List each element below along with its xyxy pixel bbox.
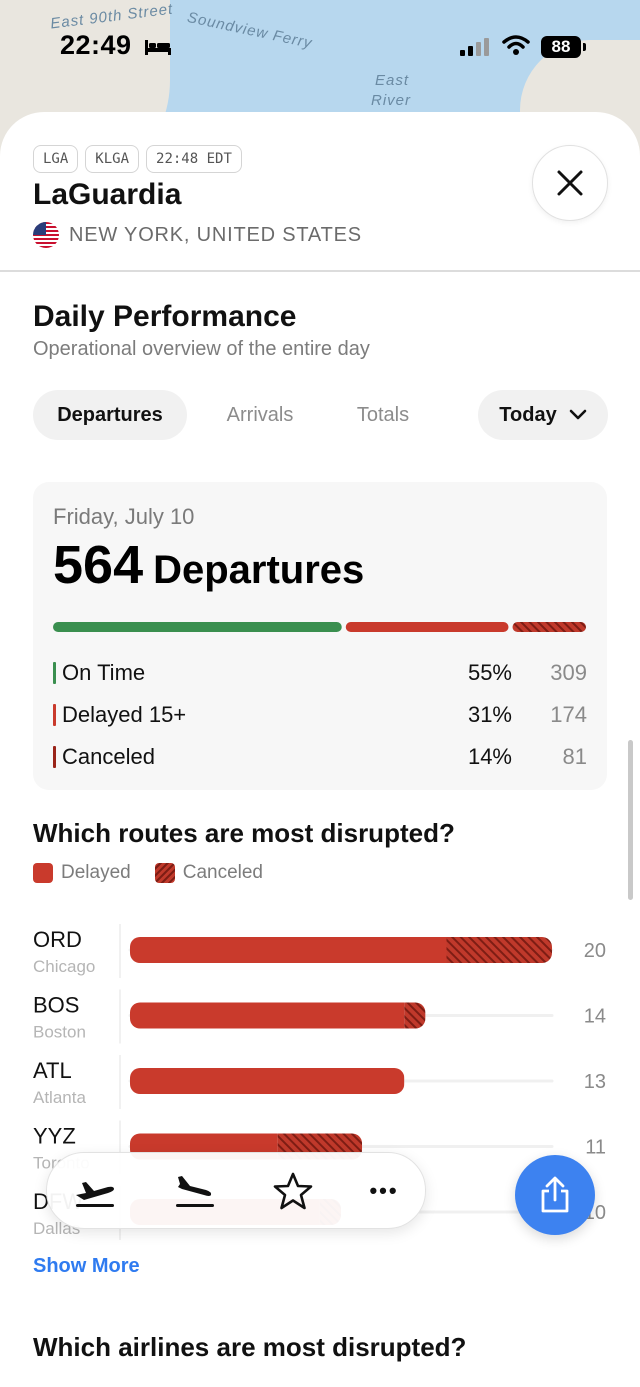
tab-departures[interactable]: Departures bbox=[33, 390, 187, 440]
breakdown-segment-canceled bbox=[512, 622, 586, 632]
legend-canceled: Canceled bbox=[154, 862, 263, 884]
route-total-label: 20 bbox=[584, 940, 606, 962]
on-time-marker bbox=[53, 662, 56, 684]
route-code-label: YYZ bbox=[33, 1124, 76, 1149]
star-icon bbox=[273, 1172, 313, 1210]
cellular-signal-icon bbox=[460, 38, 489, 56]
stat-row-delayed: Delayed 15+ 31% 174 bbox=[53, 700, 587, 730]
favorites-tab-button[interactable] bbox=[269, 1171, 317, 1211]
share-button[interactable] bbox=[515, 1155, 595, 1235]
routes-legend: Delayed Canceled bbox=[33, 862, 263, 884]
header-divider bbox=[0, 270, 640, 272]
airlines-title: Which airlines are most disrupted? bbox=[33, 1332, 467, 1362]
departures-label: Departures bbox=[153, 548, 365, 592]
stat-label: Delayed 15+ bbox=[62, 702, 187, 727]
map-label: East bbox=[375, 72, 410, 89]
route-code-label: ATL bbox=[33, 1058, 72, 1083]
departures-icon bbox=[76, 1182, 114, 1207]
performance-subtitle: Operational overview of the entire day bbox=[33, 338, 370, 360]
scrollbar[interactable] bbox=[628, 740, 633, 900]
stat-percent: 31% bbox=[467, 702, 512, 727]
breakdown-segment-delayed-15 bbox=[345, 622, 509, 632]
tab-totals[interactable]: Totals bbox=[335, 390, 431, 440]
arrivals-tab-button[interactable] bbox=[171, 1171, 219, 1211]
airport-name: LaGuardia bbox=[33, 178, 182, 211]
breakdown-segment-on-time bbox=[53, 622, 342, 632]
route-bar-group bbox=[130, 1068, 405, 1094]
stat-count: 174 bbox=[550, 702, 587, 727]
summary-card: Friday, July 10 564 Departures On Time 5… bbox=[33, 482, 607, 790]
departures-count: 564 bbox=[53, 535, 144, 595]
summary-date: Friday, July 10 bbox=[53, 504, 195, 529]
delayed-bar bbox=[130, 1002, 405, 1029]
route-total-label: 11 bbox=[585, 1137, 606, 1159]
more-tab-button[interactable]: ••• bbox=[360, 1171, 408, 1211]
route-total-label: 14 bbox=[584, 1006, 606, 1028]
tab-arrivals[interactable]: Arrivals bbox=[205, 390, 315, 440]
delayed-bar bbox=[130, 937, 447, 963]
stat-count: 81 bbox=[562, 744, 587, 769]
summary-headline: 564 Departures bbox=[53, 534, 364, 596]
label-fade bbox=[100, 1063, 120, 1107]
stat-percent: 14% bbox=[467, 744, 512, 769]
delayed-bar bbox=[130, 1068, 405, 1094]
stat-count: 309 bbox=[550, 660, 587, 685]
canceled-bar bbox=[446, 937, 552, 963]
route-city-label: Boston bbox=[33, 1023, 86, 1042]
location-text: NEW YORK, UNITED STATES bbox=[69, 223, 362, 246]
battery-indicator: 88 bbox=[541, 36, 586, 58]
label-fade bbox=[100, 997, 120, 1042]
delayed-swatch bbox=[33, 863, 53, 883]
airport-location: NEW YORK, UNITED STATES bbox=[33, 222, 362, 248]
map-label: Soundview Ferry bbox=[185, 8, 314, 53]
airport-codes: LGA KLGA 22:48 EDT bbox=[33, 145, 242, 173]
routes-title: Which routes are most disrupted? bbox=[33, 818, 455, 848]
close-icon bbox=[557, 170, 583, 196]
map-label: River bbox=[371, 92, 412, 109]
legend-label: Delayed bbox=[61, 862, 131, 883]
show-more-link[interactable]: Show More bbox=[33, 1255, 140, 1278]
delayed-marker bbox=[53, 704, 56, 726]
chevron-down-icon bbox=[569, 409, 587, 420]
route-total-label: 13 bbox=[584, 1071, 606, 1093]
iata-code-tag: LGA bbox=[33, 145, 79, 173]
more-icon: ••• bbox=[369, 1178, 399, 1203]
wifi-icon bbox=[502, 35, 530, 55]
arrivals-icon bbox=[176, 1176, 214, 1207]
stat-row-canceled: Canceled 14% 81 bbox=[53, 742, 587, 772]
period-dropdown[interactable]: Today bbox=[478, 390, 608, 440]
canceled-marker bbox=[53, 746, 56, 768]
legend-delayed: Delayed bbox=[33, 862, 131, 884]
period-label: Today bbox=[499, 403, 557, 426]
status-time: 22:49 bbox=[60, 30, 132, 60]
bottom-toolbar: ••• bbox=[46, 1152, 426, 1229]
canceled-swatch bbox=[154, 863, 175, 883]
performance-title: Daily Performance bbox=[33, 300, 297, 333]
stat-label: Canceled bbox=[62, 744, 155, 769]
stat-percent: 55% bbox=[467, 660, 512, 685]
us-flag-icon bbox=[33, 222, 59, 248]
status-breakdown-bar bbox=[53, 622, 586, 632]
route-bar-group bbox=[130, 1002, 426, 1029]
route-city-label: Chicago bbox=[33, 957, 95, 976]
local-time-tag: 22:48 EDT bbox=[146, 145, 242, 173]
departures-tab-button[interactable] bbox=[71, 1171, 119, 1211]
label-fade bbox=[100, 932, 120, 976]
icao-code-tag: KLGA bbox=[85, 145, 140, 173]
route-bar-group bbox=[130, 937, 552, 963]
bed-icon bbox=[145, 40, 171, 55]
canceled-bar bbox=[404, 1002, 426, 1029]
stat-label: On Time bbox=[62, 660, 146, 685]
stat-row-on-time: On Time 55% 309 bbox=[53, 658, 587, 688]
route-code-label: BOS bbox=[33, 993, 79, 1018]
route-code-label: ORD bbox=[33, 927, 82, 952]
legend-label: Canceled bbox=[182, 862, 263, 883]
close-button[interactable] bbox=[532, 145, 608, 221]
share-icon bbox=[541, 1176, 569, 1213]
route-city-label: Atlanta bbox=[33, 1088, 86, 1107]
